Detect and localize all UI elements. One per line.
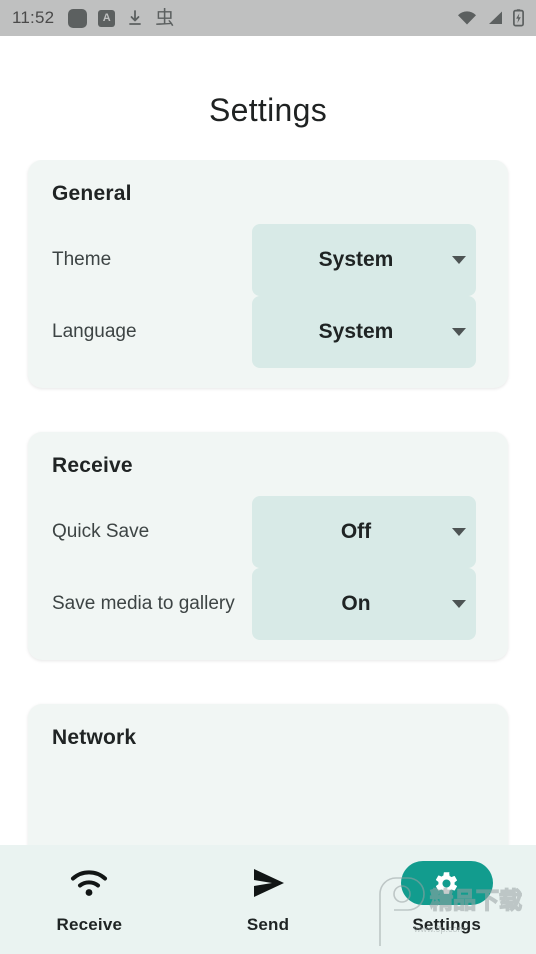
card-title-general: General <box>52 182 132 205</box>
setting-row-quick-save: Quick Save Off <box>52 496 484 568</box>
wifi-icon <box>458 11 476 25</box>
gear-icon <box>436 871 458 894</box>
download-icon-svg <box>129 10 142 25</box>
save-media-dropdown-value: On <box>341 592 371 615</box>
theme-dropdown[interactable]: System <box>252 224 476 296</box>
a-badge-icon: A <box>98 9 116 27</box>
nav-label-send: Send <box>246 915 290 934</box>
setting-row-save-media: Save media to gallery On <box>52 568 484 640</box>
setting-label-save-media: Save media to gallery <box>52 593 235 615</box>
nav-icon-settings-wrap <box>400 861 493 905</box>
page-title: Settings <box>208 92 328 128</box>
chevron-down-icon <box>442 328 476 336</box>
setting-label-theme: Theme <box>52 249 112 271</box>
chevron-down-icon <box>442 600 476 608</box>
settings-card-network: Network <box>28 704 508 860</box>
status-notification-icons: A 虫 <box>68 7 175 29</box>
setting-row-theme: Theme System <box>52 224 484 296</box>
language-dropdown[interactable]: System <box>252 296 476 368</box>
battery-charging-icon <box>513 9 524 27</box>
save-media-dropdown[interactable]: On <box>252 568 476 640</box>
setting-row-language: Language System <box>52 296 484 368</box>
wifi-icon <box>71 870 108 896</box>
chevron-down-icon <box>442 528 476 536</box>
setting-label-quick-save: Quick Save <box>52 521 150 543</box>
nav-label-settings: Settings <box>412 915 482 934</box>
quick-save-dropdown[interactable]: Off <box>252 496 476 568</box>
settings-scroll-content[interactable]: General Theme System Language System Rec… <box>0 160 536 860</box>
send-icon <box>254 869 284 897</box>
download-icon <box>126 9 144 27</box>
settings-card-general: General Theme System Language System <box>28 160 508 388</box>
app-square-icon <box>68 8 88 28</box>
nav-active-pill[interactable] <box>400 861 493 905</box>
nav-label-receive: Receive <box>56 915 123 934</box>
cellular-signal-icon <box>489 11 502 24</box>
chevron-down-icon <box>442 256 476 264</box>
quick-save-dropdown-value: Off <box>340 520 372 543</box>
card-title-network: Network <box>52 726 137 749</box>
cjk-app-icon: 虫 <box>155 7 175 29</box>
language-dropdown-value: System <box>318 320 394 343</box>
status-bar: 11:52 A 虫 <box>0 0 536 36</box>
nav-item-settings[interactable]: Settings <box>357 861 536 935</box>
network-card-rows-hidden <box>52 768 484 840</box>
nav-item-send[interactable]: Send <box>179 861 358 935</box>
bottom-navigation-bar: Receive Send Settings <box>0 845 536 954</box>
nav-icon-receive-wrap <box>69 861 109 905</box>
status-clock: 11:52 <box>12 8 55 27</box>
card-title-receive: Receive <box>52 454 133 477</box>
setting-label-language: Language <box>52 321 137 343</box>
nav-icon-send-wrap <box>248 861 288 905</box>
settings-card-receive: Receive Quick Save Off Save media to gal… <box>28 432 508 660</box>
nav-item-receive[interactable]: Receive <box>0 861 179 935</box>
status-system-icons <box>457 9 524 27</box>
theme-dropdown-value: System <box>318 248 394 271</box>
